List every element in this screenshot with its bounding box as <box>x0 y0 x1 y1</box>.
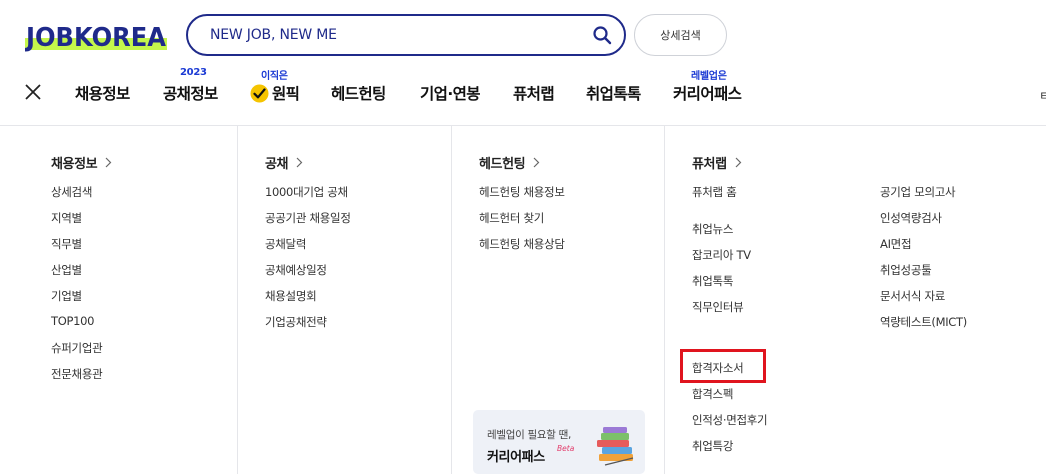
menu-link[interactable]: 공채달력 <box>265 236 306 252</box>
column-divider <box>237 126 238 474</box>
menu-link[interactable]: 잡코리아 TV <box>692 247 751 263</box>
menu-link[interactable]: 지역별 <box>51 210 82 226</box>
menu-heading-headhunting[interactable]: 헤드헌팅 <box>479 153 540 172</box>
search-input[interactable]: NEW JOB, NEW ME <box>210 27 337 43</box>
menu-link[interactable]: 전문채용관 <box>51 366 103 382</box>
nav-item-public-recruit[interactable]: 공채정보 <box>163 82 218 104</box>
promo-subtitle: 레벨업이 필요할 땐, <box>487 429 571 441</box>
menu-link[interactable]: TOP100 <box>51 314 94 328</box>
logo-text: JOBKOREA <box>25 23 166 52</box>
nav-item-headhunting[interactable]: 헤드헌팅 <box>331 82 386 104</box>
promo-beta-tag: Beta <box>557 444 575 453</box>
menu-heading-label: 채용정보 <box>51 157 98 172</box>
menu-heading-label: 공채 <box>265 157 289 172</box>
menu-link[interactable]: 1000대기업 공채 <box>265 184 348 200</box>
menu-link[interactable]: 인성역량검사 <box>880 210 942 226</box>
menu-link[interactable]: AI면접 <box>880 236 912 252</box>
nav-badge-careerpath: 레벨업은 <box>691 71 727 82</box>
menu-link[interactable]: 직무별 <box>51 236 82 252</box>
menu-heading-futurelab[interactable]: 퓨처랩 <box>692 153 742 172</box>
menu-link[interactable]: 문서서식 자료 <box>880 288 945 304</box>
menu-link[interactable]: 인적성·면접후기 <box>692 412 768 428</box>
menu-link[interactable]: 공기업 모의고사 <box>880 184 956 200</box>
jobkorea-logo[interactable]: JOBKOREA <box>25 18 167 52</box>
column-divider <box>664 126 665 474</box>
nav-item-jobs[interactable]: 채용정보 <box>75 82 130 104</box>
menu-link[interactable]: 헤드헌팅 채용정보 <box>479 184 565 200</box>
promo-title: 커리어패스 <box>487 450 545 465</box>
careerpath-promo-banner[interactable]: 레벨업이 필요할 땐, 커리어패스 Beta <box>473 410 645 474</box>
header-divider <box>0 125 1046 126</box>
nav-item-cutoff: ㅌ <box>1039 89 1046 103</box>
menu-link[interactable]: 공공기관 채용일정 <box>265 210 351 226</box>
menu-link[interactable]: 슈퍼기업관 <box>51 340 103 356</box>
nav-item-careerpath[interactable]: 커리어패스 <box>673 82 742 104</box>
search-bar[interactable]: NEW JOB, NEW ME <box>186 14 626 56</box>
nav-badge-2023: 2023 <box>180 67 207 78</box>
menu-link[interactable]: 취업톡톡 <box>692 273 733 289</box>
menu-link[interactable]: 채용설명회 <box>265 288 317 304</box>
menu-link[interactable]: 역량테스트(MICT) <box>880 314 967 330</box>
nav-item-talk[interactable]: 취업톡톡 <box>586 82 641 104</box>
search-icon[interactable] <box>592 25 612 45</box>
menu-heading-label: 퓨처랩 <box>692 157 727 172</box>
menu-heading-public[interactable]: 공채 <box>265 153 303 172</box>
chevron-right-icon <box>105 157 112 168</box>
menu-link[interactable]: 공채예상일정 <box>265 262 327 278</box>
menu-heading-jobs[interactable]: 채용정보 <box>51 153 112 172</box>
chevron-right-icon <box>735 157 742 168</box>
menu-link[interactable]: 취업성공툴 <box>880 262 932 278</box>
books-icon <box>597 427 634 466</box>
menu-link[interactable]: 헤드헌팅 채용상담 <box>479 236 565 252</box>
check-icon <box>250 84 269 103</box>
menu-link[interactable]: 취업뉴스 <box>692 221 733 237</box>
menu-link[interactable]: 헤드헌터 찾기 <box>479 210 544 226</box>
menu-link[interactable]: 기업공채전략 <box>265 314 327 330</box>
menu-link[interactable]: 상세검색 <box>51 184 92 200</box>
menu-link[interactable]: 취업특강 <box>692 438 733 454</box>
nav-item-company-salary[interactable]: 기업·연봉 <box>420 82 481 104</box>
menu-heading-label: 헤드헌팅 <box>479 157 526 172</box>
nav-item-onepick[interactable]: 원픽 <box>272 82 300 104</box>
menu-link[interactable]: 산업별 <box>51 262 82 278</box>
chevron-right-icon <box>296 157 303 168</box>
close-icon[interactable] <box>24 83 42 101</box>
nav-item-futurelab[interactable]: 퓨처랩 <box>513 82 555 104</box>
nav-badge-onepick: 이직은 <box>261 71 288 82</box>
menu-link[interactable]: 퓨처랩 홈 <box>692 184 737 200</box>
advanced-search-button[interactable]: 상세검색 <box>634 14 727 56</box>
menu-link-highlighted[interactable]: 합격자소서 <box>692 360 744 376</box>
menu-link[interactable]: 합격스펙 <box>692 386 733 402</box>
menu-link[interactable]: 기업별 <box>51 288 82 304</box>
chevron-right-icon <box>533 157 540 168</box>
column-divider <box>451 126 452 474</box>
menu-link[interactable]: 직무인터뷰 <box>692 299 744 315</box>
